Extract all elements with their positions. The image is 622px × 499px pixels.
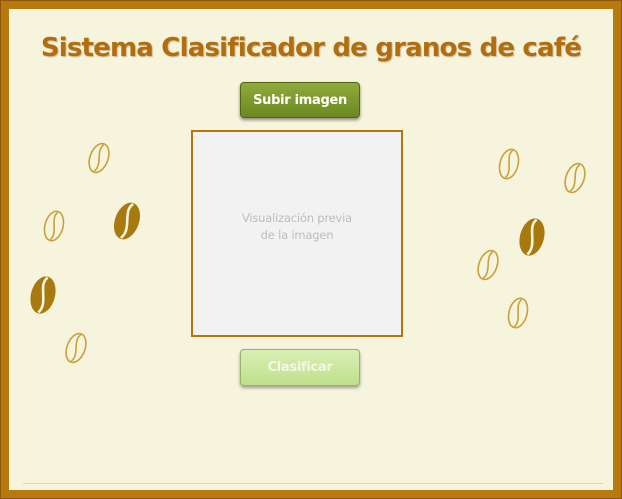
coffee-bean-icon	[43, 210, 65, 242]
coffee-bean-icon	[564, 162, 586, 194]
coffee-bean-icon	[519, 218, 545, 256]
main-canvas: Sistema Clasificador de granos de café S…	[9, 9, 613, 490]
classify-button[interactable]: Clasificar	[240, 349, 360, 386]
coffee-bean-icon	[507, 297, 529, 329]
app-window: Sistema Clasificador de granos de café S…	[0, 0, 622, 499]
coffee-bean-icon	[477, 249, 499, 281]
upload-image-button-label: Subir imagen	[253, 92, 347, 108]
coffee-bean-icon	[30, 276, 56, 314]
bottom-divider	[23, 483, 603, 484]
coffee-bean-icon	[113, 202, 141, 240]
coffee-bean-icon	[65, 332, 87, 364]
classify-button-label: Clasificar	[267, 360, 333, 375]
upload-image-button[interactable]: Subir imagen	[240, 82, 360, 118]
coffee-bean-icon	[88, 142, 110, 174]
preview-placeholder: Visualización previa de la imagen	[242, 210, 352, 244]
page-title: Sistema Clasificador de granos de café	[40, 33, 582, 63]
preview-placeholder-line1: Visualización previa	[241, 210, 352, 225]
coffee-bean-icon	[498, 148, 520, 180]
image-preview-box: Visualización previa de la imagen	[191, 130, 403, 337]
preview-placeholder-line2: de la imagen	[260, 227, 334, 242]
